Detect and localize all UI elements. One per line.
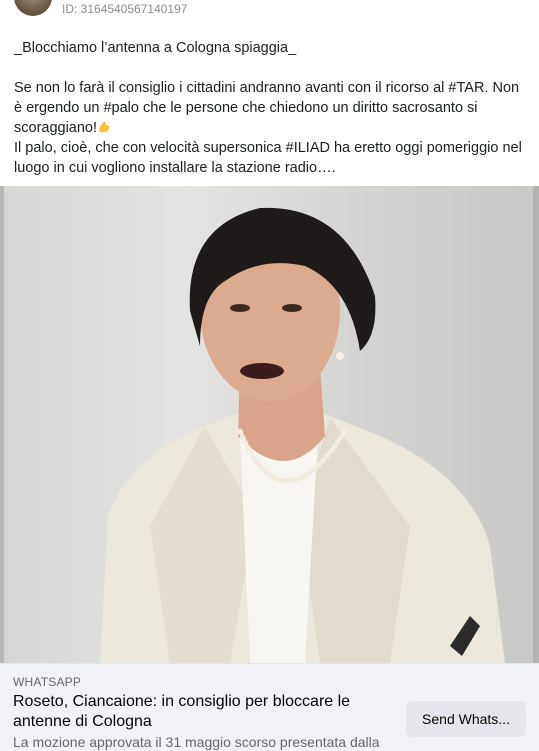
send-whatsapp-button[interactable]: Send Whats... bbox=[406, 701, 526, 737]
post-photo[interactable] bbox=[0, 186, 539, 663]
post-paragraph-text: Se non lo farà il consiglio i cittadini … bbox=[14, 80, 520, 136]
flexed-biceps-icon bbox=[99, 122, 110, 133]
link-description: La mozione approvata il 31 maggio scorso… bbox=[13, 734, 380, 750]
avatar[interactable] bbox=[14, 0, 52, 16]
link-title[interactable]: Roseto, Ciancaione: in consiglio per blo… bbox=[13, 692, 373, 732]
post-headline: _Blocchiamo l’antenna a Cologna spiaggia… bbox=[14, 40, 297, 56]
post-paragraph-2: Il palo, cioè, che con velocità superson… bbox=[14, 140, 522, 176]
post-paragraph: Se non lo farà il consiglio i cittadini … bbox=[14, 78, 526, 138]
link-preview-card[interactable]: WHATSAPP Roseto, Ciancaione: in consigli… bbox=[0, 663, 539, 751]
post-id: ID: 3164540567140197 bbox=[62, 2, 188, 16]
link-source: WHATSAPP bbox=[13, 675, 82, 689]
post-header: ID: 3164540567140197 bbox=[0, 0, 539, 22]
post-text: _Blocchiamo l’antenna a Cologna spiaggia… bbox=[14, 38, 526, 178]
woman-speaking-image bbox=[100, 207, 505, 663]
